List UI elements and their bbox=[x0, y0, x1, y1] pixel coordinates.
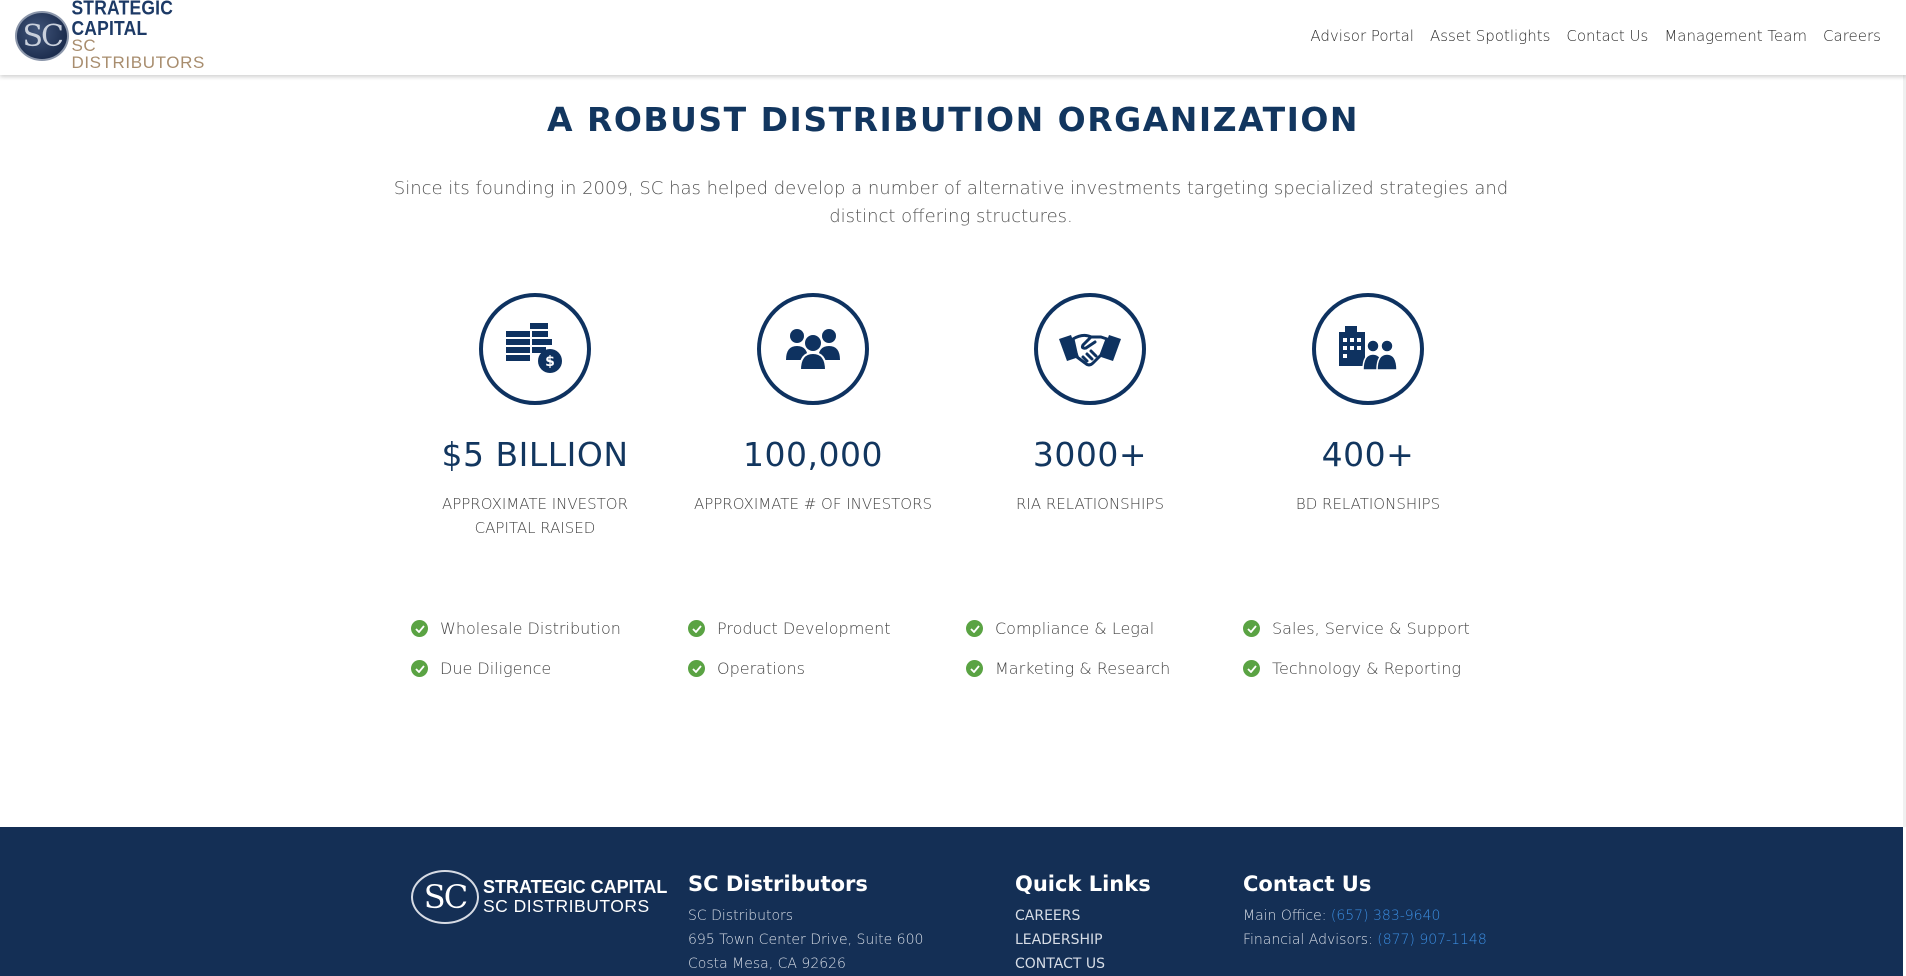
check-icon bbox=[688, 620, 705, 637]
handshake-icon bbox=[1059, 333, 1121, 367]
stat-value: 3000+ bbox=[1032, 435, 1148, 474]
stat-icon-ring bbox=[757, 293, 869, 405]
stat-label: APPROXIMATE INVESTOR CAPITAL RAISED bbox=[441, 495, 629, 537]
footer-logo-line1: STRATEGIC CAPITAL bbox=[483, 877, 668, 898]
logo-mark-text: SC bbox=[22, 18, 63, 54]
svg-text:$: $ bbox=[545, 354, 555, 370]
logo-line1: STRATEGIC CAPITAL bbox=[71, 0, 174, 40]
nav-asset-spotlights[interactable]: Asset Spotlights bbox=[1430, 27, 1550, 45]
site-header: SC STRATEGIC CAPITAL SC DISTRIBUTORS Adv… bbox=[0, 0, 1906, 75]
footer-address-city: Costa Mesa, CA 92626 bbox=[688, 956, 846, 972]
stat-value: $5 BILLION bbox=[441, 435, 629, 474]
nav-advisor-portal[interactable]: Advisor Portal bbox=[1310, 27, 1414, 45]
footer-quick-links-title: Quick Links bbox=[1015, 872, 1151, 896]
footer-logo-mark-text: SC bbox=[423, 878, 468, 916]
footer-link-leadership[interactable]: LEADERSHIP bbox=[1015, 928, 1151, 952]
stat-icon-ring bbox=[1034, 293, 1146, 405]
footer-contact-title: Contact Us bbox=[1243, 872, 1372, 896]
financial-advisors-phone-link[interactable]: (877) 907-1148 bbox=[1377, 932, 1487, 948]
service-label: Compliance & Legal bbox=[995, 619, 1155, 638]
stat-capital: $ $5 BILLION APPROXIMATE INVESTOR CAPITA… bbox=[410, 293, 660, 540]
stat-icon-ring: $ bbox=[479, 293, 591, 405]
section-heading: A ROBUST DISTRIBUTION ORGANIZATION bbox=[546, 100, 1360, 139]
nav-management-team[interactable]: Management Team bbox=[1664, 27, 1807, 45]
service-item: Technology & Reporting bbox=[1243, 659, 1461, 678]
site-footer bbox=[0, 827, 1903, 976]
service-item: Wholesale Distribution bbox=[411, 619, 621, 638]
nav-contact-us[interactable]: Contact Us bbox=[1566, 27, 1648, 45]
money-stack-icon: $ bbox=[506, 323, 562, 373]
footer-address-street: 695 Town Center Drive, Suite 600 bbox=[688, 932, 924, 948]
stat-icon-ring bbox=[1312, 293, 1424, 405]
footer-company-name: SC Distributors bbox=[688, 908, 794, 924]
service-item: Operations bbox=[688, 659, 805, 678]
stat-investors: 100,000 APPROXIMATE # OF INVESTORS bbox=[688, 293, 938, 516]
logo-mark: SC bbox=[15, 11, 70, 61]
stat-label: RIA RELATIONSHIPS bbox=[1016, 495, 1164, 513]
service-item: Product Development bbox=[688, 619, 891, 638]
footer-company: SC Distributors SC Distributors 695 Town… bbox=[688, 872, 923, 976]
check-icon bbox=[688, 660, 705, 677]
check-icon bbox=[966, 620, 983, 637]
building-people-icon bbox=[1339, 326, 1398, 371]
service-item: Due Diligence bbox=[411, 659, 551, 678]
footer-logo[interactable]: SC STRATEGIC CAPITAL SC DISTRIBUTORS bbox=[411, 870, 667, 924]
service-label: Sales, Service & Support bbox=[1272, 619, 1470, 638]
footer-logo-line2: SC DISTRIBUTORS bbox=[483, 896, 650, 917]
check-icon bbox=[966, 660, 983, 677]
check-icon bbox=[411, 620, 428, 637]
service-item: Sales, Service & Support bbox=[1243, 619, 1470, 638]
footer-logo-mark: SC bbox=[411, 870, 479, 924]
footer-link-careers[interactable]: CAREERS bbox=[1015, 904, 1151, 928]
nav-careers[interactable]: Careers bbox=[1823, 27, 1881, 45]
check-icon bbox=[1243, 660, 1260, 677]
main-office-phone-link[interactable]: (657) 383-9640 bbox=[1331, 908, 1441, 924]
service-item: Compliance & Legal bbox=[966, 619, 1154, 638]
service-item: Marketing & Research bbox=[966, 659, 1170, 678]
service-label: Wholesale Distribution bbox=[440, 619, 621, 638]
stat-label: BD RELATIONSHIPS bbox=[1295, 495, 1441, 513]
footer-main-office: Main Office: (657) 383-9640 bbox=[1243, 904, 1487, 928]
stat-label: APPROXIMATE # OF INVESTORS bbox=[693, 495, 933, 513]
logo-line2: SC DISTRIBUTORS bbox=[71, 36, 205, 72]
stat-value: 400+ bbox=[1321, 435, 1415, 474]
header-logo[interactable]: SC STRATEGIC CAPITAL SC DISTRIBUTORS bbox=[15, 0, 220, 71]
footer-link-contact-us[interactable]: CONTACT US bbox=[1015, 952, 1151, 976]
footer-logo-wordmark: STRATEGIC CAPITAL SC DISTRIBUTORS bbox=[483, 877, 668, 917]
footer-company-title: SC Distributors bbox=[688, 872, 868, 896]
service-label: Marketing & Research bbox=[995, 659, 1171, 678]
people-group-icon bbox=[786, 329, 840, 371]
main-office-label: Main Office: bbox=[1243, 908, 1327, 924]
check-icon bbox=[411, 660, 428, 677]
check-icon bbox=[1243, 620, 1260, 637]
stat-bd: 400+ BD RELATIONSHIPS bbox=[1243, 293, 1493, 516]
main-nav: Advisor Portal Asset Spotlights Contact … bbox=[1310, 27, 1881, 45]
service-label: Due Diligence bbox=[440, 659, 552, 678]
service-label: Product Development bbox=[717, 619, 891, 638]
logo-wordmark: STRATEGIC CAPITAL SC DISTRIBUTORS bbox=[71, 0, 220, 72]
footer-financial-advisors: Financial Advisors: (877) 907-1148 bbox=[1243, 928, 1487, 952]
stat-ria: 3000+ RIA RELATIONSHIPS bbox=[965, 293, 1215, 516]
financial-advisors-label: Financial Advisors: bbox=[1243, 932, 1373, 948]
section-intro: Since its founding in 2009, SC has helpe… bbox=[393, 178, 1509, 227]
service-label: Technology & Reporting bbox=[1272, 659, 1461, 678]
service-label: Operations bbox=[717, 659, 805, 678]
stat-value: 100,000 bbox=[743, 435, 883, 474]
footer-quick-links: Quick Links CAREERS LEADERSHIP CONTACT U… bbox=[1015, 872, 1151, 976]
footer-contact: Contact Us Main Office: (657) 383-9640 F… bbox=[1243, 872, 1487, 952]
